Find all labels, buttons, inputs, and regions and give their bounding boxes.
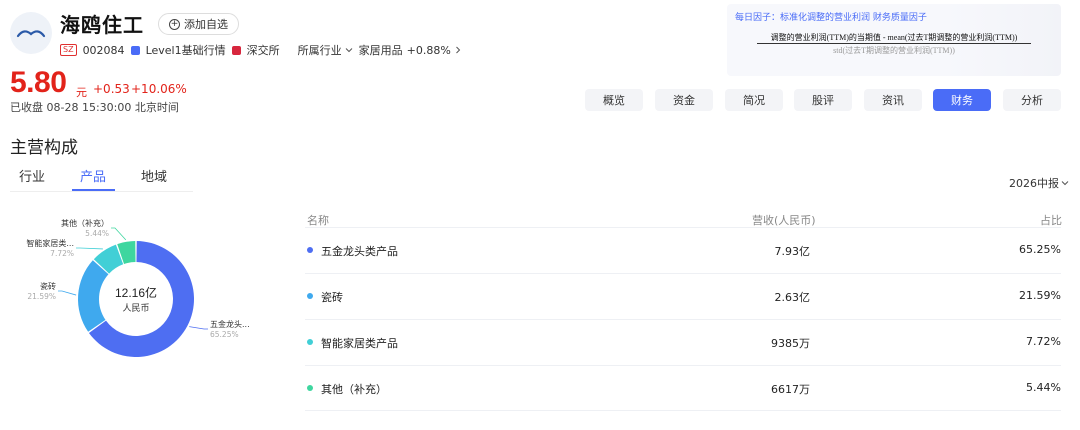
price-change-pct: +10.06% xyxy=(131,82,187,96)
chevron-down-icon xyxy=(345,48,352,53)
slice-label: 五金龙头... xyxy=(210,319,250,329)
table-row[interactable]: 五金龙头类产品 7.93亿 65.25% xyxy=(305,227,1061,273)
industry-link[interactable]: 家居用品 +0.88% xyxy=(359,42,461,58)
row-share: 7.72% xyxy=(1026,335,1061,348)
donut-center-unit: 人民币 xyxy=(122,303,149,314)
active-tab-indicator xyxy=(72,189,115,191)
period-value: 2026中报 xyxy=(1009,177,1059,190)
stock-code: 002084 xyxy=(82,43,125,57)
nav-overview[interactable]: 概览 xyxy=(585,89,643,111)
row-revenue: 7.93亿 xyxy=(774,245,811,258)
row-name: 智能家居类产品 xyxy=(321,337,398,350)
table-row[interactable]: 其他（补充） 6617万 5.44% xyxy=(305,365,1061,411)
col-header-share: 占比 xyxy=(1040,214,1062,227)
daily-factor-card[interactable]: 每日因子：标准化调整的营业利润 财务质量因子 调整的营业利润(TTM)的当期值 … xyxy=(727,4,1061,76)
row-revenue: 2.63亿 xyxy=(774,291,811,304)
nav-reviews[interactable]: 股评 xyxy=(794,89,852,111)
nav-funds[interactable]: 资金 xyxy=(655,89,713,111)
slice-pct-label: 7.72% xyxy=(50,249,74,258)
series-dot xyxy=(307,247,313,253)
price-unit: 元 xyxy=(76,86,87,99)
row-revenue: 6617万 xyxy=(771,383,810,396)
add-watchlist-label: 添加自选 xyxy=(184,18,228,31)
nav-news[interactable]: 资讯 xyxy=(864,89,922,111)
tab-industry[interactable]: 行业 xyxy=(19,166,45,185)
slice-leader-line xyxy=(58,290,77,296)
series-dot xyxy=(307,293,313,299)
industry-prefix: 所属行业 xyxy=(297,44,342,57)
revenue-donut-chart: 五金龙头...65.25% 瓷砖21.59% 智能家居类...7.72% 其他（补充）… xyxy=(26,218,250,357)
stock-name: 海鸥住工 xyxy=(60,13,144,37)
breakdown-tabs: 行业 产品 地域 xyxy=(10,160,193,192)
tab-product[interactable]: 产品 xyxy=(80,166,106,185)
donut-slice[interactable] xyxy=(78,260,109,332)
row-name: 其他（补充） xyxy=(321,383,387,396)
market-badge: SZ xyxy=(60,44,77,56)
seagull-logo-icon xyxy=(16,30,46,38)
slice-label: 智能家居类... xyxy=(26,238,74,248)
slice-leader-line xyxy=(189,326,208,330)
chevron-down-icon xyxy=(1061,181,1069,186)
industry-dropdown[interactable]: 所属行业 xyxy=(298,42,353,58)
price-change: +0.53 xyxy=(93,82,130,96)
exchange-label: 深交所 xyxy=(246,44,280,57)
market-status: 已收盘 08-28 15:30:00 北京时间 xyxy=(10,101,179,114)
industry-change: +0.88% xyxy=(406,43,451,57)
tab-region[interactable]: 地域 xyxy=(141,166,167,185)
slice-label: 其他（补充） xyxy=(61,218,109,228)
row-share: 5.44% xyxy=(1026,381,1061,394)
period-select[interactable]: 2026中报 xyxy=(1009,175,1069,191)
row-name: 瓷砖 xyxy=(321,291,343,304)
nav-analysis[interactable]: 分析 xyxy=(1003,89,1061,111)
level1-icon xyxy=(130,45,140,55)
table-row[interactable]: 智能家居类产品 9385万 7.72% xyxy=(305,319,1061,365)
add-watchlist-button[interactable]: + 添加自选 xyxy=(158,13,239,35)
row-revenue: 9385万 xyxy=(771,337,810,350)
industry-name: 家居用品 xyxy=(358,44,403,57)
slice-label: 瓷砖 xyxy=(40,281,56,291)
slice-pct-label: 21.59% xyxy=(27,292,56,301)
series-dot xyxy=(307,385,313,391)
nav-profile[interactable]: 简况 xyxy=(725,89,783,111)
row-share: 21.59% xyxy=(1019,289,1061,302)
row-share: 65.25% xyxy=(1019,243,1061,256)
col-header-revenue: 营收(人民币) xyxy=(752,214,816,227)
table-row[interactable]: 瓷砖 2.63亿 21.59% xyxy=(305,273,1061,319)
slice-pct-label: 5.44% xyxy=(85,229,109,238)
factor-formula-numerator: 调整的营业利润(TTM)的当期值 - mean(过去T期调整的营业利润(TTM)… xyxy=(770,33,1018,42)
slice-leader-line xyxy=(111,227,127,241)
factor-title: 每日因子：标准化调整的营业利润 财务质量因子 xyxy=(735,13,927,23)
stock-meta-row: SZ 002084 Level1基础行情 深交所 所属行业 家居用品 +0.88… xyxy=(60,42,461,58)
chevron-right-icon xyxy=(455,46,460,54)
donut-center-value: 12.16亿 xyxy=(115,285,157,300)
factor-fraction-line xyxy=(757,43,1031,44)
row-name: 五金龙头类产品 xyxy=(321,245,398,258)
series-dot xyxy=(307,339,313,345)
current-price: 5.80 xyxy=(10,66,67,99)
col-header-name: 名称 xyxy=(307,214,329,227)
stock-logo xyxy=(10,12,52,54)
plus-circle-icon: + xyxy=(169,18,180,30)
level1-link[interactable]: Level1基础行情 xyxy=(146,42,226,58)
exchange-icon xyxy=(231,45,241,55)
nav-finance[interactable]: 财务 xyxy=(933,89,991,111)
section-title: 主营构成 xyxy=(10,138,78,158)
factor-formula-denominator: std(过去T期调整的营业利润(TTM)) xyxy=(833,46,955,55)
slice-pct-label: 65.25% xyxy=(210,330,239,339)
slice-leader-line xyxy=(76,247,103,250)
